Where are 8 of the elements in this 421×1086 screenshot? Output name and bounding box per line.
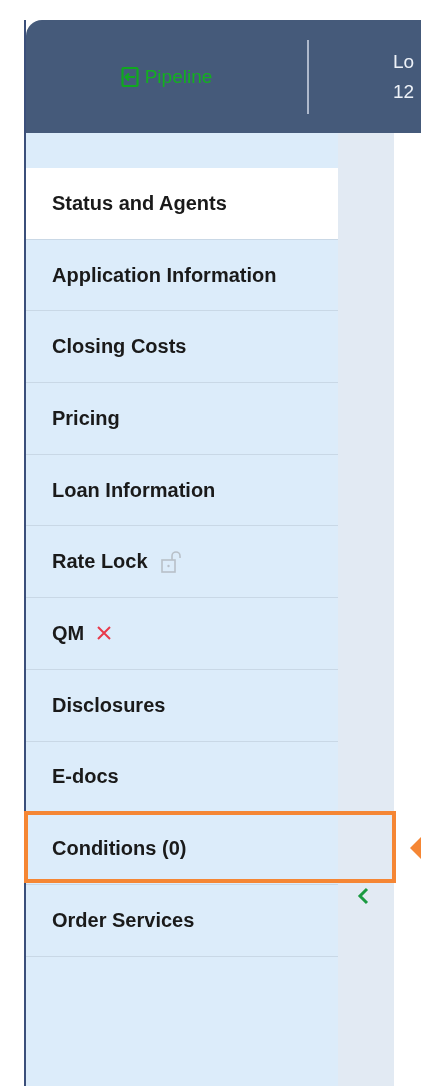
exit-icon <box>120 65 139 88</box>
loan-label: Lo <box>393 50 415 73</box>
close-icon <box>96 625 113 642</box>
pointer-arrow-icon <box>410 836 421 860</box>
sidebar-item[interactable]: Status and Agents <box>26 168 338 240</box>
loan-number: 12 <box>393 80 415 103</box>
unlocked-icon <box>159 549 182 574</box>
chevron-left-icon[interactable] <box>357 887 369 905</box>
